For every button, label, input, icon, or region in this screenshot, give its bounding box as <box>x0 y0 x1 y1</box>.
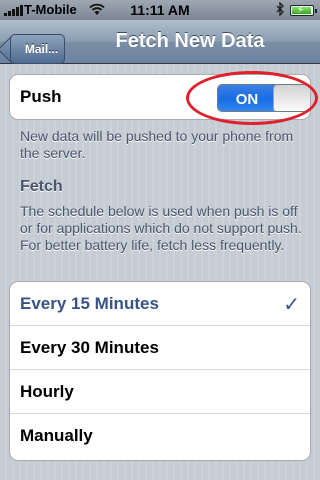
status-bar: T-Mobile 11:11 AM ⚡ <box>0 0 320 20</box>
navigation-bar: Mail... Fetch New Data <box>0 20 320 64</box>
fetch-schedule-list: Every 15 Minutes ✓ Every 30 Minutes Hour… <box>9 281 311 461</box>
fetch-option-every-30-minutes[interactable]: Every 30 Minutes <box>10 326 310 370</box>
fetch-option-every-15-minutes[interactable]: Every 15 Minutes ✓ <box>10 282 310 326</box>
checkmark-icon: ✓ <box>283 294 300 316</box>
battery-charging-icon: ⚡ <box>290 5 317 16</box>
status-clock: 11:11 AM <box>130 2 190 18</box>
option-label: Manually <box>20 426 93 445</box>
page-title: Fetch New Data <box>115 30 265 52</box>
highlight-circle-annotation <box>186 71 318 125</box>
push-description: New data will be pushed to your phone fr… <box>20 128 294 161</box>
fetch-option-manually[interactable]: Manually <box>10 414 310 458</box>
fetch-section-title: Fetch <box>20 178 63 195</box>
back-button-label[interactable]: Mail... <box>10 34 65 64</box>
fetch-option-hourly[interactable]: Hourly <box>10 370 310 414</box>
bluetooth-icon <box>276 2 284 16</box>
option-label: Every 30 Minutes <box>20 337 159 357</box>
fetch-description: The schedule below is used when push is … <box>20 203 302 253</box>
back-button[interactable]: Mail... <box>5 27 65 64</box>
option-label: Every 15 Minutes <box>20 293 159 313</box>
option-label: Hourly <box>20 381 74 401</box>
push-label: Push <box>20 87 62 106</box>
